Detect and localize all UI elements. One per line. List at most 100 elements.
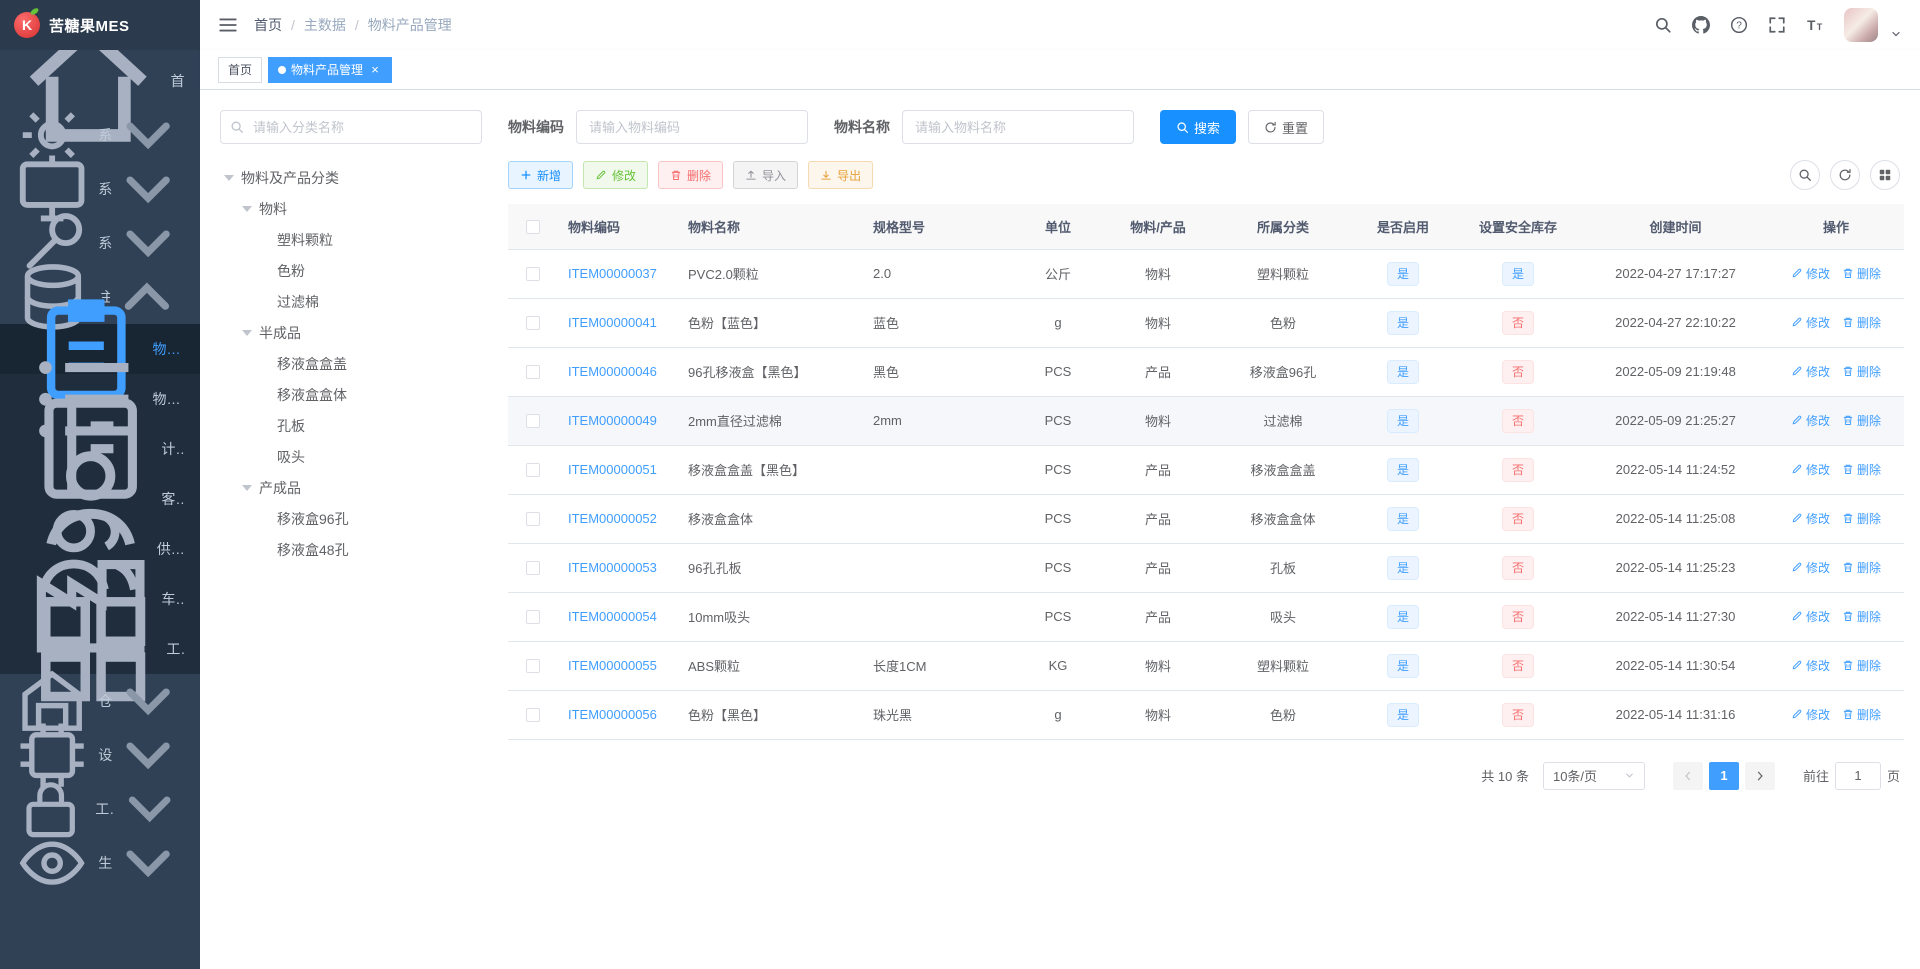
delete-row-link[interactable]: 删除 [1842,559,1881,576]
safety-stock-badge[interactable]: 否 [1501,359,1534,384]
tree-node[interactable]: 吸头 [220,441,482,472]
row-checkbox[interactable] [526,316,540,331]
edit-row-link[interactable]: 修改 [1791,461,1830,478]
delete-row-link[interactable]: 删除 [1842,461,1881,478]
enabled-badge[interactable]: 是 [1386,359,1419,384]
github-icon[interactable] [1692,16,1710,34]
tree-node[interactable]: 塑料颗粒 [220,224,482,255]
next-page-button[interactable] [1744,761,1775,790]
app-logo[interactable]: K 苦糖果MES [0,0,200,50]
delete-row-link[interactable]: 删除 [1842,608,1881,625]
material-code-link[interactable]: ITEM00000053 [568,560,657,575]
enabled-badge[interactable]: 是 [1386,261,1419,286]
delete-row-link[interactable]: 删除 [1842,412,1881,429]
edit-row-link[interactable]: 修改 [1791,657,1830,674]
safety-stock-badge[interactable]: 否 [1501,506,1534,531]
safety-stock-badge[interactable]: 否 [1501,457,1534,482]
page-size-select[interactable]: 10条/页 [1542,761,1645,790]
breadcrumb-item[interactable]: 主数据 [304,15,346,35]
material-name-input[interactable] [902,110,1134,144]
show-search-button[interactable] [1790,160,1820,190]
safety-stock-badge[interactable]: 是 [1501,261,1534,286]
row-checkbox[interactable] [526,267,540,282]
avatar[interactable] [1844,8,1878,42]
tab-home[interactable]: 首页 [218,56,263,83]
enabled-badge[interactable]: 是 [1386,555,1419,580]
enabled-badge[interactable]: 是 [1386,604,1419,629]
tab-material-product-management[interactable]: 物料产品管理 × [268,56,393,83]
tree-node[interactable]: 移液盒盒盖 [220,348,482,379]
tree-node[interactable]: 过滤棉 [220,286,482,317]
material-code-link[interactable]: ITEM00000037 [568,266,657,281]
row-checkbox[interactable] [526,512,540,527]
material-code-link[interactable]: ITEM00000051 [568,462,657,477]
tree-node[interactable]: 产成品 [220,472,482,503]
enabled-badge[interactable]: 是 [1386,310,1419,335]
goto-page-input[interactable] [1834,761,1881,790]
page-number-button[interactable]: 1 [1708,761,1739,790]
tree-node[interactable]: 物料 [220,193,482,224]
row-checkbox[interactable] [526,610,540,625]
edit-row-link[interactable]: 修改 [1791,706,1830,723]
question-icon[interactable]: ? [1730,16,1748,34]
enabled-badge[interactable]: 是 [1386,702,1419,727]
delete-row-link[interactable]: 删除 [1842,657,1881,674]
material-code-link[interactable]: ITEM00000049 [568,413,657,428]
category-search-input[interactable] [220,110,482,144]
refresh-button[interactable] [1830,160,1860,190]
columns-button[interactable] [1870,160,1900,190]
delete-row-link[interactable]: 删除 [1842,510,1881,527]
row-checkbox[interactable] [526,365,540,380]
export-button[interactable]: 导出 [808,161,874,189]
material-code-link[interactable]: ITEM00000056 [568,707,657,722]
edit-row-link[interactable]: 修改 [1791,559,1830,576]
row-checkbox[interactable] [526,708,540,723]
material-code-link[interactable]: ITEM00000046 [568,364,657,379]
search-button[interactable]: 搜索 [1160,110,1237,144]
prev-page-button[interactable] [1672,761,1703,790]
tree-node[interactable]: 半成品 [220,317,482,348]
tree-node[interactable]: 物料及产品分类 [220,162,482,193]
close-icon[interactable]: × [368,63,382,77]
edit-button[interactable]: 修改 [583,161,649,189]
edit-row-link[interactable]: 修改 [1791,363,1830,380]
safety-stock-badge[interactable]: 否 [1501,408,1534,433]
safety-stock-badge[interactable]: 否 [1501,702,1534,727]
tree-node[interactable]: 色粉 [220,255,482,286]
material-code-input[interactable] [576,110,808,144]
tree-node[interactable]: 移液盒96孔 [220,503,482,534]
reset-button[interactable]: 重置 [1248,110,1325,144]
font-size-icon[interactable]: TT [1806,16,1824,34]
search-icon[interactable] [1654,16,1672,34]
delete-row-link[interactable]: 删除 [1842,363,1881,380]
edit-row-link[interactable]: 修改 [1791,265,1830,282]
import-button[interactable]: 导入 [733,161,799,189]
edit-row-link[interactable]: 修改 [1791,412,1830,429]
row-checkbox[interactable] [526,561,540,576]
fullscreen-icon[interactable] [1768,16,1786,34]
edit-row-link[interactable]: 修改 [1791,510,1830,527]
safety-stock-badge[interactable]: 否 [1501,604,1534,629]
enabled-badge[interactable]: 是 [1386,506,1419,531]
enabled-badge[interactable]: 是 [1386,457,1419,482]
tree-node[interactable]: 移液盒48孔 [220,534,482,565]
row-checkbox[interactable] [526,414,540,429]
tree-node[interactable]: 移液盒盒体 [220,379,482,410]
material-code-link[interactable]: ITEM00000041 [568,315,657,330]
delete-row-link[interactable]: 删除 [1842,314,1881,331]
row-checkbox[interactable] [526,463,540,478]
safety-stock-badge[interactable]: 否 [1501,555,1534,580]
sidebar-item-production-management[interactable]: 生产管理 [0,836,200,890]
material-code-link[interactable]: ITEM00000052 [568,511,657,526]
delete-row-link[interactable]: 删除 [1842,706,1881,723]
row-checkbox[interactable] [526,659,540,674]
edit-row-link[interactable]: 修改 [1791,608,1830,625]
select-all-checkbox[interactable] [526,220,540,235]
safety-stock-badge[interactable]: 否 [1501,653,1534,678]
tree-node[interactable]: 孔板 [220,410,482,441]
add-button[interactable]: 新增 [508,161,574,189]
hamburger-icon[interactable] [218,15,238,35]
material-code-link[interactable]: ITEM00000055 [568,658,657,673]
safety-stock-badge[interactable]: 否 [1501,310,1534,335]
delete-row-link[interactable]: 删除 [1842,265,1881,282]
